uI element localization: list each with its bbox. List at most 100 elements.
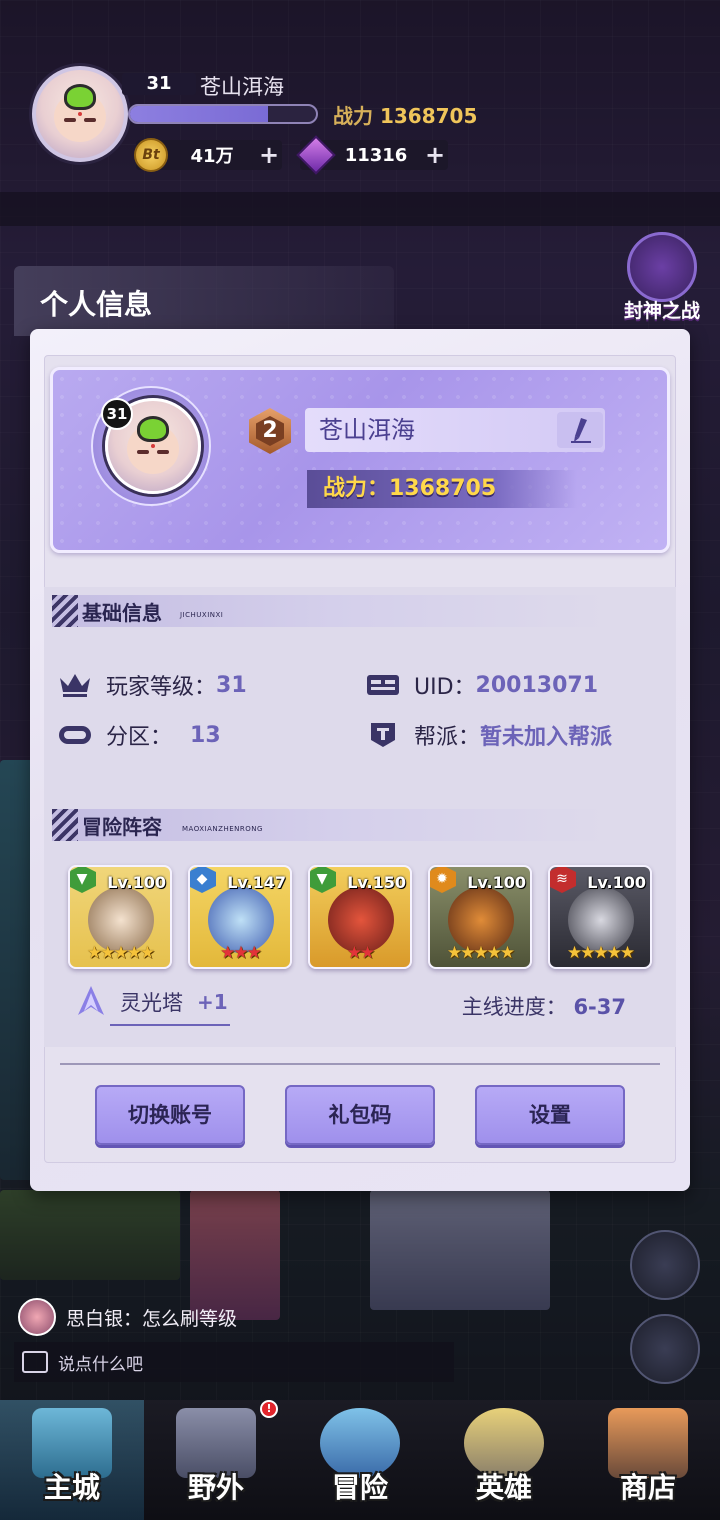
chat-bubble-icon xyxy=(22,1351,48,1373)
basic-info-title: 基础信息 xyxy=(82,601,162,625)
tower-underline xyxy=(110,1024,230,1026)
event-fengshen[interactable]: 封神之战 xyxy=(620,232,704,323)
hud-power: 战力 1368705 xyxy=(333,100,477,129)
guild-value: 暂未加入帮派 xyxy=(480,725,613,750)
bottom-nav: 主城 野外 冒险 英雄 商店 xyxy=(0,1400,720,1520)
coin-resource: Bt 41万 + xyxy=(134,138,282,172)
element-fire-icon: ≋ xyxy=(550,867,576,893)
top-hud: 31 苍山洱海 战力 1368705 Bt 41万 + 11316 + xyxy=(0,0,720,200)
nav-shop[interactable]: 商店 xyxy=(576,1400,720,1520)
guild-row: 帮派： 暂未加入帮派 xyxy=(366,719,612,751)
nav-heroes[interactable]: 英雄 xyxy=(432,1400,576,1520)
hud-player-name: 苍山洱海 xyxy=(200,75,284,99)
server-icon xyxy=(59,726,91,744)
event-label: 封神之战 xyxy=(623,300,700,322)
gift-code-button[interactable]: 礼包码 xyxy=(285,1085,435,1145)
lineup-header: 冒险阵容 MAOXIANZHENRONG xyxy=(52,809,612,841)
notification-badge: ! xyxy=(260,1400,278,1418)
guild-label: 帮派： xyxy=(414,725,481,750)
hero-level: Lv.147 xyxy=(227,873,286,892)
info-section: 基础信息 JICHUXINXI 玩家等级： 31 UID： 20013071 分… xyxy=(44,587,676,1047)
hero-level: Lv.150 xyxy=(347,873,406,892)
crystal-tower-icon xyxy=(78,986,104,1015)
hero-card[interactable]: ◆ Lv.147 ★★★ xyxy=(188,865,292,969)
divider xyxy=(60,1063,660,1065)
hero-stars: ★★ xyxy=(346,943,375,963)
pencil-icon xyxy=(571,418,591,443)
progress-value: 6-37 xyxy=(573,995,626,1019)
gem-icon xyxy=(296,135,336,175)
rank-number: 2 xyxy=(262,418,278,443)
nav-wild[interactable]: 野外 xyxy=(144,1400,288,1520)
hud-power-value: 1368705 xyxy=(379,104,478,128)
progress-label: 主线进度： xyxy=(461,995,567,1019)
tower-bonus: +1 xyxy=(197,990,228,1014)
coin-value: 41万 xyxy=(190,146,234,167)
uid-value: 20013071 xyxy=(475,672,599,698)
main-progress: 主线进度： 6-37 xyxy=(462,991,626,1021)
uid-row: UID： 20013071 xyxy=(366,669,598,701)
element-wind-icon: ▼ xyxy=(310,867,336,893)
side-menu-button[interactable] xyxy=(630,1230,700,1300)
player-avatar[interactable] xyxy=(32,66,128,162)
hero-stars: ★★★★★ xyxy=(566,943,635,963)
hero-stars: ★★★★★ xyxy=(86,943,155,963)
edit-name-button[interactable] xyxy=(557,412,603,448)
exp-bar-fill xyxy=(130,106,268,122)
announcement-bar xyxy=(0,192,720,226)
player-level-value: 31 xyxy=(216,672,247,698)
uid-label: UID： xyxy=(414,675,476,700)
tower-row[interactable]: 灵光塔 +1 xyxy=(76,985,228,1019)
hero-card[interactable]: ▼ Lv.150 ★★ xyxy=(308,865,412,969)
ranking-button[interactable] xyxy=(630,1314,700,1384)
nav-main-city[interactable]: 主城 xyxy=(0,1400,144,1520)
guild-banner-icon xyxy=(371,723,395,747)
avatar-face xyxy=(48,82,112,146)
exp-bar xyxy=(128,104,318,124)
zone-row: 分区： 13 xyxy=(58,719,221,751)
stripes-icon xyxy=(52,595,78,627)
switch-account-button[interactable]: 切换账号 xyxy=(95,1085,245,1145)
avatar-face xyxy=(121,414,185,478)
lineup-subtitle: MAOXIANZHENRONG xyxy=(182,825,263,833)
zone-value: 13 xyxy=(190,722,221,748)
hud-power-label: 战力 xyxy=(333,104,373,128)
stripes-icon xyxy=(52,809,78,841)
nav-label: 野外 xyxy=(187,1471,244,1504)
nav-label: 主城 xyxy=(43,1471,100,1504)
gift-icon xyxy=(627,232,697,302)
player-level-row: 玩家等级： 31 xyxy=(58,669,247,701)
hero-level: Lv.100 xyxy=(587,873,646,892)
element-wind-icon: ▼ xyxy=(70,867,96,893)
hero-card[interactable]: ✹ Lv.100 ★★★★★ xyxy=(428,865,532,969)
add-gem-button[interactable]: + xyxy=(422,141,448,169)
panel-title: 个人信息 xyxy=(40,288,153,321)
gem-value: 11316 xyxy=(344,144,408,166)
chat-input-placeholder: 说点什么吧 xyxy=(58,1354,143,1375)
element-water-icon: ◆ xyxy=(190,867,216,893)
nav-adventure[interactable]: 冒险 xyxy=(288,1400,432,1520)
hero-stars: ★★★ xyxy=(220,943,262,963)
hero-level: Lv.100 xyxy=(107,873,166,892)
chat-input[interactable]: 说点什么吧 xyxy=(14,1342,454,1382)
hero-card[interactable]: ≋ Lv.100 ★★★★★ xyxy=(548,865,652,969)
basic-info-header: 基础信息 JICHUXINXI xyxy=(52,595,612,627)
zone-label: 分区： xyxy=(106,725,173,750)
hero-level: Lv.100 xyxy=(467,873,526,892)
hud-level: 31 xyxy=(122,73,196,95)
add-coin-button[interactable]: + xyxy=(256,141,282,169)
crown-icon xyxy=(60,674,90,697)
profile-level-badge: 31 xyxy=(101,398,133,430)
chat-avatar xyxy=(18,1298,56,1336)
hero-card[interactable]: ▼ Lv.100 ★★★★★ xyxy=(68,865,172,969)
settings-button[interactable]: 设置 xyxy=(475,1085,625,1145)
player-level-label: 玩家等级： xyxy=(106,675,217,700)
profile-card: 31 2 苍山洱海 战力：1368705 xyxy=(50,367,670,553)
chat-message-text: 思白银：怎么刷等级 xyxy=(66,1307,238,1330)
lineup-title: 冒险阵容 xyxy=(82,815,162,839)
nav-label: 商店 xyxy=(619,1471,676,1504)
basic-info-subtitle: JICHUXINXI xyxy=(180,611,224,619)
chat-message[interactable]: 思白银：怎么刷等级 xyxy=(18,1298,237,1336)
profile-power: 战力：1368705 xyxy=(307,470,577,508)
profile-modal: 31 2 苍山洱海 战力：1368705 基础信息 JICHUXINXI 玩家等… xyxy=(30,329,690,1191)
